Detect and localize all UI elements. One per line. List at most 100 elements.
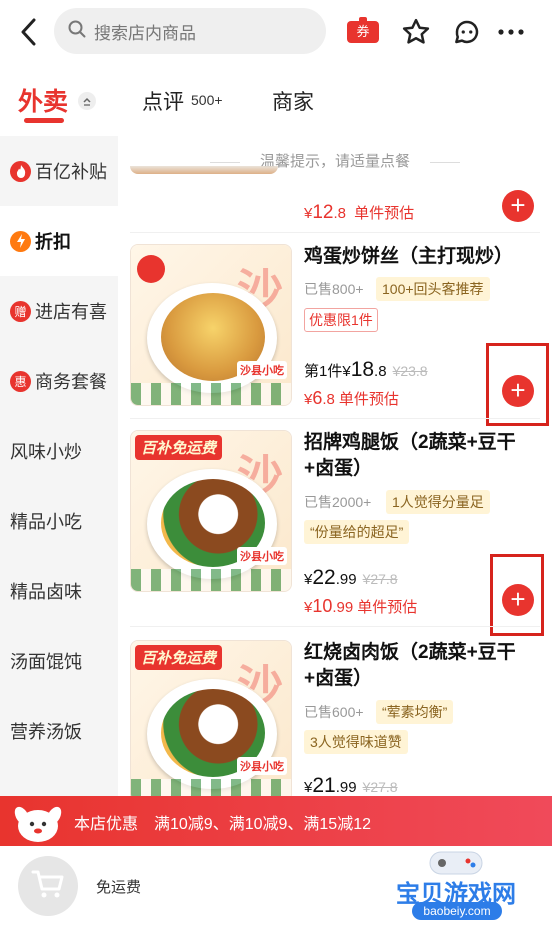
product-name: 红烧卤肉饭（2蔬菜+豆干+卤蛋） — [304, 642, 516, 689]
add-to-cart-button[interactable]: + — [502, 375, 534, 407]
shopping-cart-icon — [31, 869, 65, 904]
tab-takeout[interactable]: 外卖 — [18, 82, 68, 118]
price-dec: .99 — [335, 571, 357, 588]
add-to-cart-button[interactable]: + — [502, 584, 534, 616]
search-input[interactable]: 搜索店内商品 — [54, 8, 326, 54]
sidebar-item-soup-rice[interactable]: 营养汤饭 — [0, 696, 118, 766]
sidebar-item-label: 进店有喜 — [35, 302, 107, 322]
estimate-label: 单件预估 — [357, 599, 418, 616]
product-price: 第1件¥18.8 ¥23.8 — [304, 358, 428, 382]
review-quote-tag: “荤素均衡” — [376, 700, 454, 724]
original-price: ¥27.8 — [362, 779, 398, 795]
product-name: 招牌鸡腿饭（2蔬菜+豆干+卤蛋） — [304, 432, 516, 479]
sidebar-item-noodles[interactable]: 汤面馄饨 — [0, 626, 118, 696]
benefit-icon: 惠 — [10, 370, 31, 392]
brand-logo-icon — [137, 255, 165, 283]
divider — [130, 418, 540, 419]
image-brand: 沙县小吃 — [237, 547, 287, 565]
estimated-price: ¥12.8 单件预估 — [304, 202, 414, 224]
back-icon[interactable] — [14, 14, 44, 50]
customer-service-icon[interactable] — [449, 14, 485, 50]
price-dec: .8 — [322, 391, 335, 408]
sidebar-item-label: 风味小炒 — [10, 442, 82, 462]
cart-bar: 免运费 宝贝游戏网 baobeiy.com — [0, 846, 552, 937]
price-int: 12 — [312, 202, 334, 223]
sold-count: 已售600+ — [304, 704, 364, 720]
product-list: 温馨提示，请适量点餐 ¥12.8 单件预估 + 沙 沙县小吃 鸡蛋炒饼丝（主打现… — [118, 136, 552, 796]
estimate-label: 单件预估 — [354, 205, 415, 222]
sidebar-item-subsidy[interactable]: 百亿补贴 — [0, 136, 118, 206]
decorative-band — [131, 383, 291, 405]
top-bar: 搜索店内商品 券 — [0, 0, 552, 64]
original-price: ¥23.8 — [392, 363, 428, 379]
price-dec: .99 — [332, 599, 354, 616]
price-int: 10 — [312, 596, 333, 616]
food-photo: 沙 百补免运费 沙县小吃 — [131, 641, 291, 796]
sidebar-item-business-set[interactable]: 惠 商务套餐 — [0, 346, 118, 416]
price-int: 22 — [312, 566, 336, 589]
store-promo-bar[interactable]: 本店优惠 满10减9、满10减9、满15减12 — [0, 796, 552, 846]
more-icon[interactable] — [493, 14, 529, 50]
image-badge: 百补免运费 — [135, 435, 223, 460]
decorative-band — [131, 569, 291, 591]
search-icon — [68, 20, 86, 43]
food-photo: 沙 沙县小吃 — [131, 245, 291, 405]
product-image[interactable]: 沙 百补免运费 沙县小吃 — [130, 640, 292, 796]
recommend-tag: 100+回头客推荐 — [376, 277, 490, 301]
estimated-price: ¥6.8 单件预估 — [304, 388, 399, 409]
cart-button[interactable] — [18, 856, 78, 916]
watermark-url: baobeiy.com — [412, 902, 502, 920]
sidebar-item-label: 精品小吃 — [10, 512, 82, 532]
sidebar-item-snacks[interactable]: 精品小吃 — [0, 486, 118, 556]
divider — [430, 162, 460, 163]
lightning-icon — [10, 230, 31, 252]
sidebar-item-welcome-gift[interactable]: 赠 进店有喜 — [0, 276, 118, 346]
price-dec: .8 — [374, 363, 387, 380]
price-int: 18 — [350, 358, 375, 381]
product-image[interactable]: 沙 百补免运费 沙县小吃 — [130, 430, 292, 592]
image-brand: 沙县小吃 — [237, 361, 287, 379]
promo-deals: 满10减9、满10减9、满15减12 — [154, 816, 371, 833]
decorative-band — [131, 779, 291, 796]
promo-label: 本店优惠 — [74, 816, 139, 833]
portion-tag: 1人觉得分量足 — [386, 490, 490, 514]
watermark: 宝贝游戏网 baobeiy.com — [376, 846, 536, 936]
currency: ¥ — [342, 363, 351, 380]
review-quote-tag: “份量给的超足” — [304, 520, 410, 544]
sold-count: 已售2000+ — [304, 494, 372, 510]
favorite-star-icon[interactable] — [398, 14, 434, 50]
tab-merchant[interactable]: 商家 — [272, 86, 314, 116]
taste-tag: 3人觉得味道赞 — [304, 730, 408, 754]
review-count: 500+ — [191, 92, 223, 108]
product-price: ¥22.99 ¥27.8 — [304, 566, 398, 590]
category-sidebar: 百亿补贴 折扣 赠 进店有喜 惠 商务套餐 风味小炒 精品小吃 精品卤味 汤面馄… — [0, 136, 118, 796]
limit-badge: 优惠限1件 — [304, 308, 378, 332]
product-image[interactable]: 沙 沙县小吃 — [130, 244, 292, 406]
tab-review[interactable]: 点评 — [142, 86, 184, 116]
price-dec: .99 — [335, 779, 357, 796]
price-int: 21 — [312, 774, 336, 796]
divider — [130, 626, 540, 627]
sidebar-item-discount[interactable]: 折扣 — [0, 206, 118, 276]
price-int: 6 — [312, 388, 323, 408]
add-to-cart-button[interactable]: + — [502, 190, 534, 222]
product-price: ¥21.99 ¥27.8 — [304, 774, 398, 796]
collapse-icon[interactable] — [78, 92, 96, 110]
gift-icon: 赠 — [10, 300, 31, 322]
fire-icon — [10, 160, 31, 182]
coupon-button[interactable]: 券 — [347, 17, 379, 45]
product-image[interactable] — [130, 166, 278, 174]
divider — [130, 232, 540, 233]
food-photo: 沙 百补免运费 沙县小吃 — [131, 431, 291, 591]
estimate-label: 单件预估 — [338, 391, 399, 408]
price-prefix: 第1件 — [304, 363, 343, 380]
coupon-label: 券 — [347, 21, 379, 43]
search-placeholder: 搜索店内商品 — [94, 23, 196, 43]
sidebar-item-braised[interactable]: 精品卤味 — [0, 556, 118, 626]
free-delivery-text: 免运费 — [96, 879, 142, 896]
original-price: ¥27.8 — [362, 571, 398, 587]
sidebar-item-stir-fry[interactable]: 风味小炒 — [0, 416, 118, 486]
sidebar-item-label: 百亿补贴 — [35, 162, 107, 182]
sidebar-item-label: 汤面馄饨 — [10, 652, 82, 672]
store-tabs: 外卖 点评 500+ 商家 — [0, 64, 552, 136]
